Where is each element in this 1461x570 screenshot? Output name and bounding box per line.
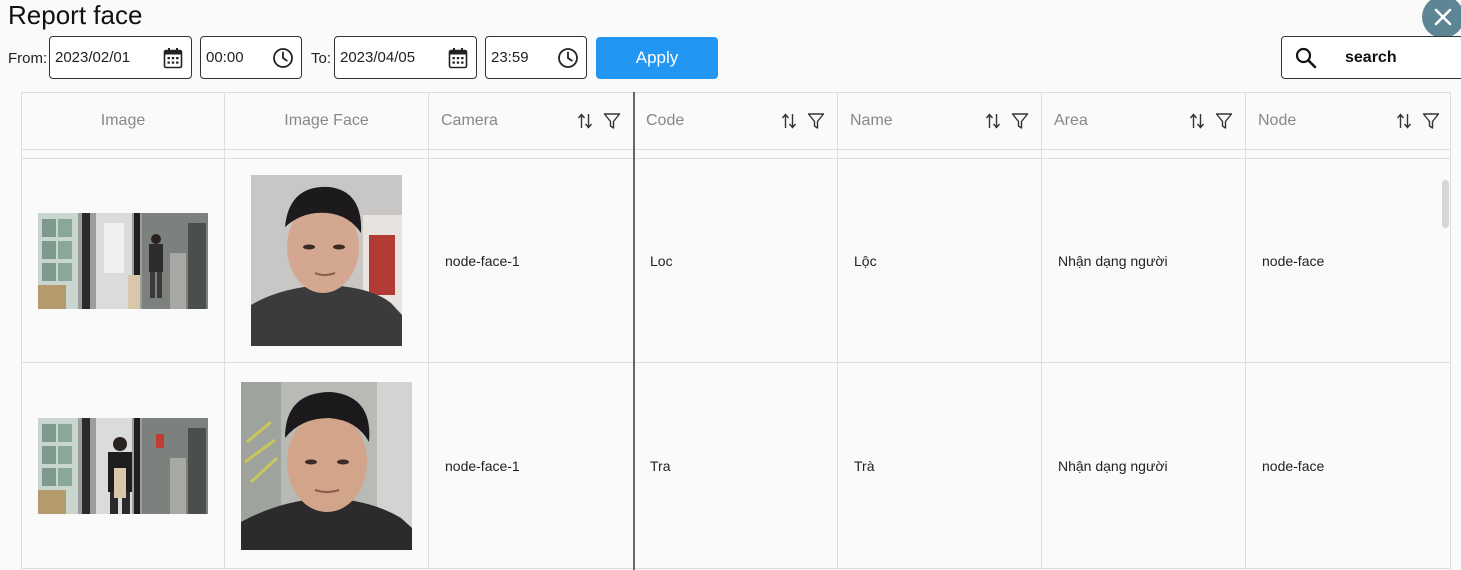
snapshot-image[interactable] [38, 212, 208, 309]
table-row[interactable]: node-face-1 Loc Lộc Nhận dạng người node… [22, 159, 1450, 363]
table-header: Image Image Face Camera Code Name Area N… [22, 93, 1450, 150]
table-row[interactable] [22, 150, 1450, 159]
to-date-value: 2023/04/05 [340, 49, 416, 66]
sort-icon[interactable] [781, 112, 797, 130]
column-header-image[interactable]: Image [22, 93, 225, 149]
page-title: Report face [8, 0, 143, 30]
camera-cell: node-face-1 [429, 363, 634, 568]
search-placeholder: search [1345, 48, 1397, 66]
face-image[interactable] [251, 175, 402, 346]
to-label: To: [311, 50, 332, 67]
filter-icon[interactable] [1422, 112, 1440, 130]
from-label: From: [8, 50, 48, 67]
column-header-area[interactable]: Area [1042, 93, 1246, 149]
code-cell: Loc [634, 159, 838, 362]
calendar-icon[interactable] [446, 46, 470, 70]
table-row[interactable]: node-face-1 Tra Trà Nhận dạng người node… [22, 363, 1450, 569]
sort-icon[interactable] [985, 112, 1001, 130]
filter-icon[interactable] [1011, 112, 1029, 130]
code-cell: Tra [634, 363, 838, 568]
sort-icon[interactable] [1189, 112, 1205, 130]
filter-icon[interactable] [807, 112, 825, 130]
close-button[interactable] [1422, 0, 1461, 38]
column-header-name[interactable]: Name [838, 93, 1042, 149]
image-cell [22, 159, 225, 362]
image-face-cell [225, 159, 429, 362]
calendar-icon[interactable] [161, 46, 185, 70]
sort-icon[interactable] [1396, 112, 1412, 130]
node-cell: node-face [1262, 252, 1325, 269]
column-header-node[interactable]: Node [1246, 93, 1450, 149]
name-cell: Trà [838, 363, 1042, 568]
clock-icon[interactable] [556, 46, 580, 70]
from-time-field[interactable]: 00:00 [200, 36, 302, 79]
image-cell [22, 363, 225, 568]
face-image[interactable] [241, 381, 412, 550]
column-header-camera[interactable]: Camera [429, 93, 634, 149]
from-time-value: 00:00 [206, 49, 244, 66]
column-header-image-face[interactable]: Image Face [225, 93, 429, 149]
name-cell: Lộc [838, 159, 1042, 362]
area-cell: Nhận dạng người [1042, 363, 1246, 568]
filter-icon[interactable] [603, 112, 621, 130]
image-face-cell [225, 363, 429, 568]
clock-icon[interactable] [271, 46, 295, 70]
close-icon [1434, 8, 1452, 26]
sort-icon[interactable] [577, 112, 593, 130]
from-date-value: 2023/02/01 [55, 49, 131, 66]
vertical-scrollbar[interactable] [1442, 180, 1449, 228]
snapshot-image[interactable] [38, 417, 208, 514]
area-cell: Nhận dạng người [1042, 159, 1246, 362]
apply-button[interactable]: Apply [596, 37, 718, 79]
report-table: Image Image Face Camera Code Name Area N… [21, 92, 1451, 570]
node-cell: node-face [1262, 457, 1325, 474]
column-header-code[interactable]: Code [634, 93, 838, 149]
filter-icon[interactable] [1215, 112, 1233, 130]
from-date-field[interactable]: 2023/02/01 [49, 36, 192, 79]
camera-cell: node-face-1 [429, 159, 634, 362]
to-time-value: 23:59 [491, 49, 529, 66]
to-time-field[interactable]: 23:59 [485, 36, 587, 79]
search-icon [1293, 45, 1319, 71]
to-date-field[interactable]: 2023/04/05 [334, 36, 477, 79]
search-input[interactable]: search [1281, 36, 1461, 79]
report-face-page: Report face From: 2023/02/01 00:00 To: 2… [0, 0, 1461, 570]
column-freeze-divider [633, 92, 635, 570]
